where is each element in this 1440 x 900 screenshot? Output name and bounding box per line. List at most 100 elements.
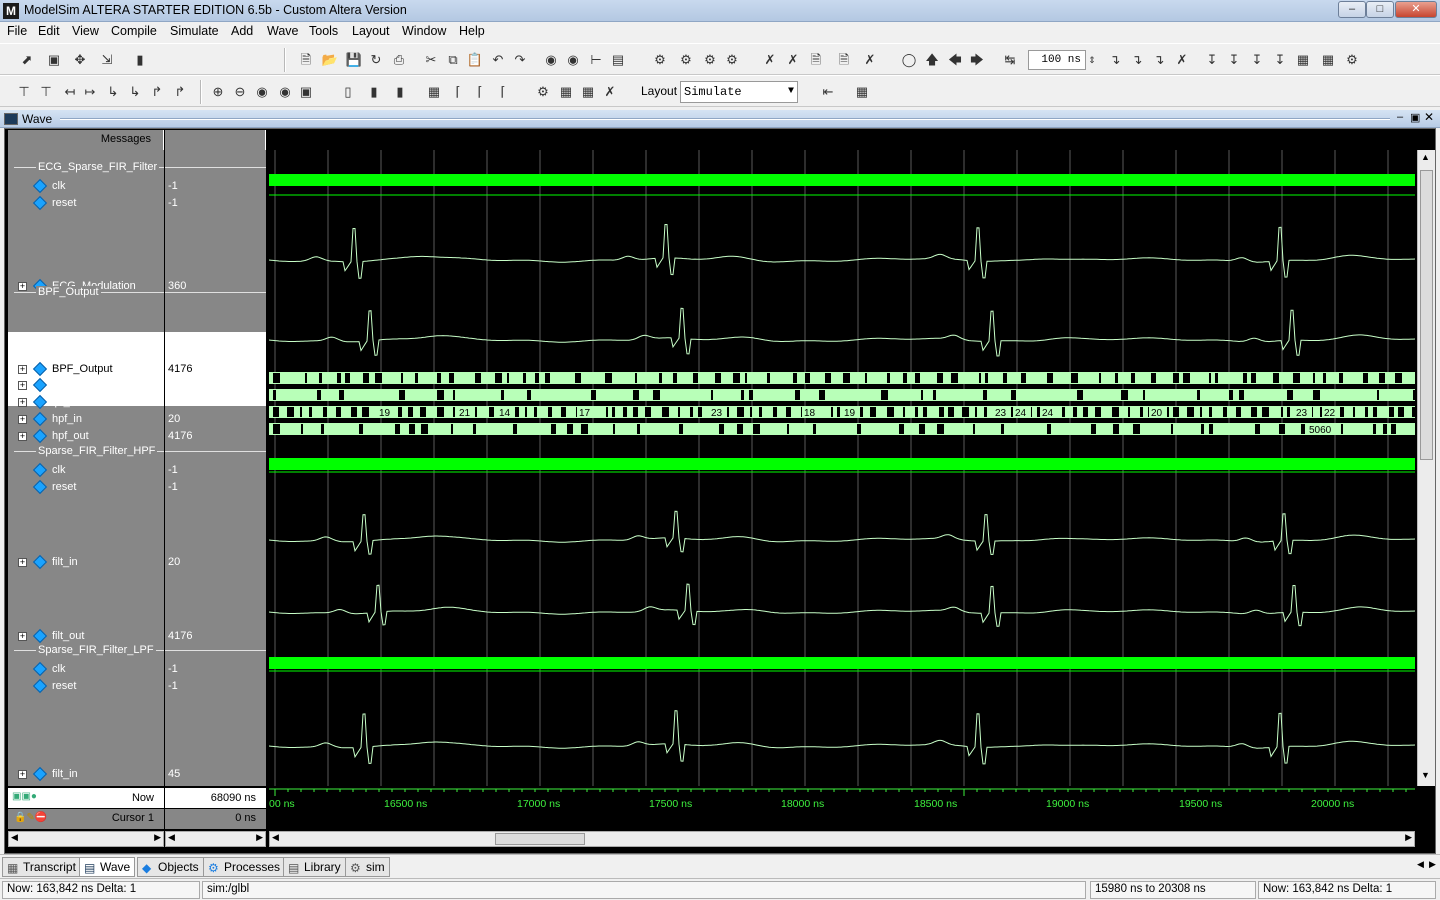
insert-cursor-icon[interactable]: ⊤ xyxy=(14,82,34,102)
expand-icon[interactable]: + xyxy=(18,558,27,567)
undock-icon[interactable]: ▣ xyxy=(1410,111,1420,124)
wave-edit2-icon[interactable]: ⌈ xyxy=(470,82,490,102)
wave-format2-icon[interactable]: ▮ xyxy=(364,82,384,102)
step-over-icon[interactable]: ↧ xyxy=(1224,50,1244,70)
step-cont-icon[interactable]: ↧ xyxy=(1270,50,1290,70)
step-up-icon[interactable]: 🡅 xyxy=(922,50,942,70)
zoom-mode-icon[interactable]: ▣ xyxy=(44,50,64,70)
expand-icon[interactable]: + xyxy=(18,365,27,374)
pointer-icon[interactable]: ⬈ xyxy=(17,50,37,70)
menu-wave[interactable]: Wave xyxy=(267,24,299,38)
dock-icon[interactable]: ⇤ xyxy=(818,82,838,102)
menu-compile[interactable]: Compile xyxy=(111,24,157,38)
next-edge-icon[interactable]: ↦ xyxy=(80,82,100,102)
break-icon[interactable]: ⚙ xyxy=(722,50,742,70)
lock-icon[interactable]: 🔒✎⛔ xyxy=(14,812,47,823)
expand-icon[interactable]: + xyxy=(18,398,27,407)
clear-icon[interactable]: ✗ xyxy=(860,50,880,70)
break-sim-icon[interactable]: ✗ xyxy=(1172,50,1192,70)
cursor-bar[interactable] xyxy=(269,811,1415,829)
redo-icon[interactable]: ↷ xyxy=(510,50,530,70)
menu-simulate[interactable]: Simulate xyxy=(170,24,219,38)
values-column-header[interactable] xyxy=(165,130,266,150)
drag-handle[interactable] xyxy=(60,118,1390,120)
waveform-canvas[interactable]: 19 21 14 17 23 18 19 23 24 24 20 23 22 5060 xyxy=(269,150,1415,786)
wave-hscroll-thumb[interactable] xyxy=(495,833,585,845)
run-all-icon[interactable]: ↴ xyxy=(1149,50,1169,70)
find-next-icon[interactable]: ◉ xyxy=(563,50,583,70)
signal-group[interactable]: Sparse_FIR_Filter_HPF xyxy=(8,445,164,457)
doc-icon[interactable]: 🗎 xyxy=(806,50,826,70)
compile-all-icon[interactable]: ⚙ xyxy=(676,50,696,70)
edit-mode-icon[interactable]: ⇲ xyxy=(97,50,117,70)
tab-scroll-left-icon[interactable]: ◀ xyxy=(1417,859,1424,870)
scroll-thumb[interactable] xyxy=(1420,170,1433,460)
tab-scroll-right-icon[interactable]: ▶ xyxy=(1429,859,1436,870)
maximize-button[interactable]: □ xyxy=(1366,1,1394,18)
menu-help[interactable]: Help xyxy=(459,24,485,38)
scroll-left-icon[interactable]: ◀ xyxy=(168,832,175,843)
cut-icon[interactable]: ✂ xyxy=(421,50,441,70)
delete-wave-icon[interactable]: ✗ xyxy=(760,50,780,70)
signal-row[interactable]: + hpf_out xyxy=(8,428,164,444)
signal-row[interactable]: + filt_in xyxy=(8,554,164,570)
layout-select[interactable]: Simulate ▼ xyxy=(680,81,798,103)
expand-icon[interactable]: + xyxy=(18,432,27,441)
signal-row[interactable]: + BPF_Output xyxy=(8,361,164,377)
menu-layout[interactable]: Layout xyxy=(352,24,390,38)
open-folder-icon[interactable]: 📂 xyxy=(320,50,340,70)
signal-row[interactable]: + ecg_mod xyxy=(8,377,164,393)
tab-wave[interactable]: ▤ Wave xyxy=(79,857,136,877)
waveform-plot[interactable]: 19 21 14 17 23 18 19 23 24 24 20 23 22 5060 xyxy=(269,150,1415,786)
menu-file[interactable]: File xyxy=(7,24,27,38)
signal-row[interactable]: + filt_in xyxy=(8,766,164,782)
coverage-icon[interactable]: ▦ xyxy=(1318,50,1338,70)
tab-objects[interactable]: ◆ Objects xyxy=(137,857,204,877)
signal-group[interactable]: ECG_Sparse_FIR_Filter xyxy=(8,161,164,173)
scroll-right-icon[interactable]: ▶ xyxy=(256,832,263,843)
run-length-icon[interactable]: ↹ xyxy=(1000,50,1020,70)
scroll-left-icon[interactable]: ◀ xyxy=(272,832,279,843)
doc2-icon[interactable]: 🗎 xyxy=(834,50,854,70)
minimize-button[interactable]: – xyxy=(1338,1,1366,18)
tab-processes[interactable]: ⚙ Processes xyxy=(203,857,286,877)
save-icon[interactable]: 💾 xyxy=(344,50,364,70)
wave-hscroll[interactable]: ◀ ▶ xyxy=(269,831,1415,847)
refresh-icon[interactable]: ↻ xyxy=(366,50,386,70)
close-pane-icon[interactable]: ✕ xyxy=(1424,110,1434,124)
step-icon[interactable]: ↧ xyxy=(1202,50,1222,70)
signal-row[interactable]: clk xyxy=(8,178,164,194)
memory-icon[interactable]: ▤ xyxy=(608,50,628,70)
names-hscroll[interactable]: ◀ ▶ xyxy=(8,831,164,847)
paste-icon[interactable]: 📋 xyxy=(465,50,485,70)
run-length-field[interactable]: 100 ns xyxy=(1028,50,1086,70)
prev-falling-icon[interactable]: ↳ xyxy=(103,82,123,102)
expand-icon[interactable]: + xyxy=(18,381,27,390)
wave-edit3-icon[interactable]: ⌈ xyxy=(493,82,513,102)
zoom-full-icon[interactable]: ◉ xyxy=(252,82,272,102)
continue-icon[interactable]: ↴ xyxy=(1127,50,1147,70)
expand-icon[interactable]: + xyxy=(18,632,27,641)
close-button[interactable]: ✕ xyxy=(1395,1,1437,18)
zoom-cursor-icon[interactable]: ◉ xyxy=(275,82,295,102)
performance-icon[interactable]: ⚙ xyxy=(1342,50,1362,70)
compile-icon[interactable]: ⚙ xyxy=(650,50,670,70)
step-forward-icon[interactable]: 🡆 xyxy=(967,50,987,70)
print-icon[interactable]: ⎙ xyxy=(389,50,409,70)
copy-icon[interactable]: ⧉ xyxy=(443,50,463,70)
zoom-range-icon[interactable]: ▣ xyxy=(296,82,316,102)
signal-row[interactable]: + filt_out xyxy=(8,628,164,644)
signal-row[interactable]: + hpf_in xyxy=(8,411,164,427)
prev-edge-icon[interactable]: ↤ xyxy=(60,82,80,102)
signal-row[interactable]: reset xyxy=(8,678,164,694)
tab-transcript[interactable]: ▦ Transcript xyxy=(2,857,81,877)
new-file-icon[interactable]: 🗎 xyxy=(296,50,316,70)
grid-icon[interactable]: ▦ xyxy=(424,82,444,102)
menu-edit[interactable]: Edit xyxy=(38,24,60,38)
scroll-up-icon[interactable]: ▲ xyxy=(1421,152,1430,162)
wave-format3-icon[interactable]: ▮ xyxy=(390,82,410,102)
undo-icon[interactable]: ↶ xyxy=(488,50,508,70)
signal-row[interactable]: clk xyxy=(8,661,164,677)
scroll-left-icon[interactable]: ◀ xyxy=(11,832,18,843)
tab-sim[interactable]: ⚙ sim xyxy=(345,857,390,877)
